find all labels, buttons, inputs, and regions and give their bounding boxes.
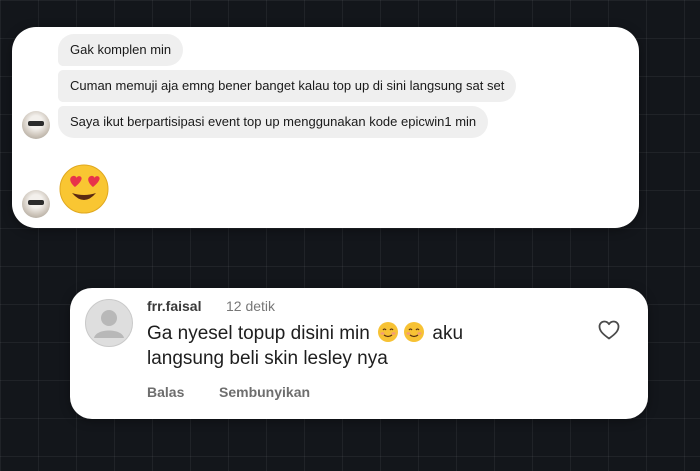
heart-outline-icon[interactable] <box>597 318 621 342</box>
comment-text-segment: Ga nyesel topup disini min <box>147 323 370 344</box>
comment-card: frr.faisal 12 detik Ga nyesel topup disi… <box>70 288 648 419</box>
message-text: Cuman memuji aja emng bener banget kalau… <box>70 78 505 93</box>
hide-button[interactable]: Sembunyikan <box>219 384 310 400</box>
sender-avatar[interactable] <box>22 190 50 218</box>
sender-avatar[interactable] <box>22 111 50 139</box>
heart-eyes-emoji-icon[interactable] <box>58 163 110 215</box>
default-avatar-icon[interactable] <box>85 299 133 347</box>
smiling-blush-emoji-icon <box>378 322 399 342</box>
smiling-blush-emoji-icon <box>404 322 425 342</box>
message-text: Saya ikut berpartisipasi event top up me… <box>70 114 477 129</box>
comment-line-2: langsung beli skin lesley nya <box>147 348 388 369</box>
message-bubble[interactable]: Gak komplen min <box>58 34 184 66</box>
comment-timestamp: 12 detik <box>226 298 276 314</box>
message-bubble[interactable]: Saya ikut berpartisipasi event top up me… <box>58 106 489 138</box>
reply-button[interactable]: Balas <box>147 384 184 400</box>
message-bubble[interactable]: Cuman memuji aja emng bener banget kalau… <box>58 70 517 102</box>
comment-body: Ga nyesel topup disini min aku langsung … <box>147 321 587 371</box>
chat-card: Gak komplen min Cuman memuji aja emng be… <box>12 27 639 228</box>
comment-username[interactable]: frr.faisal <box>147 298 201 314</box>
comment-line-1: Ga nyesel topup disini min aku <box>147 321 587 346</box>
message-text: Gak komplen min <box>70 42 172 57</box>
comment-text-segment: aku <box>432 323 464 344</box>
